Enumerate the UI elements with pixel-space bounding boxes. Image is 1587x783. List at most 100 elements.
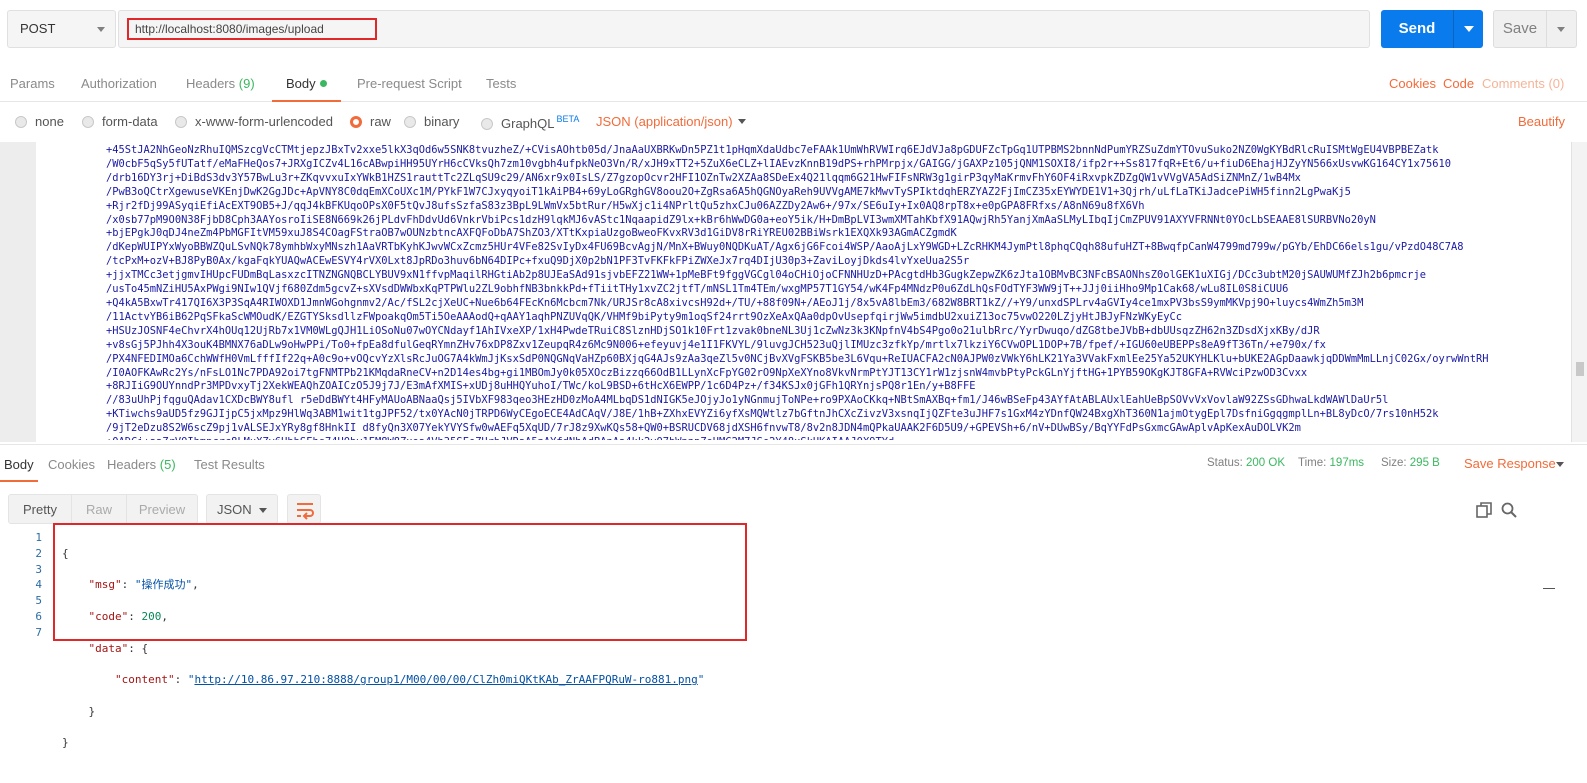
- copy-icon[interactable]: [1476, 502, 1492, 518]
- response-tab-headers-label: Headers: [107, 457, 157, 472]
- save-button[interactable]: Save: [1493, 10, 1547, 48]
- method-select[interactable]: POST: [7, 10, 116, 48]
- json-brace: }: [88, 704, 96, 718]
- raw-body-line: /9jT2eDzu8S2W6scZ9pj1vALSEJxYRy8gf8HnkII…: [106, 422, 1301, 435]
- raw-body-line: +HSUzJOSNF4eChvrX4hOUq12UjRb7x1VM0WLgQJH…: [106, 324, 1320, 337]
- raw-button[interactable]: Raw: [71, 494, 127, 524]
- raw-body-editor[interactable]: +45StJA2NhGeoNzRhuIQMSzcgVcCTMtjepzJBxTv…: [0, 142, 1587, 442]
- raw-body-line: /W0cbF5qSy5fUTatf/eMaFHeQos7+JRXgICZv4L1…: [106, 157, 1451, 170]
- tab-authorization[interactable]: Authorization: [81, 76, 157, 91]
- tab-headers[interactable]: Headers (9): [186, 76, 255, 91]
- scrollbar-thumb[interactable]: [1576, 362, 1584, 376]
- response-line-numbers: 1 2 3 4 5 6 7: [28, 530, 42, 641]
- chevron-down-icon: [97, 27, 105, 32]
- tab-params[interactable]: Params: [10, 76, 55, 91]
- raw-body-line: /tcPxM+ozV+BJ8PyB0Ax/kgaFqkYUAQwACEwESVY…: [106, 255, 970, 268]
- response-tab-headers[interactable]: Headers (5): [107, 457, 176, 472]
- beautify-link[interactable]: Beautify: [1518, 114, 1565, 129]
- line-number: 7: [35, 625, 42, 639]
- line-number: 6: [35, 609, 42, 623]
- raw-body-line: /dKepWUIPYxWyoBBWZQuLSvNQk78ymhbWxyMNszh…: [106, 241, 1464, 254]
- chevron-down-icon[interactable]: [738, 119, 746, 124]
- beta-badge: BETA: [556, 114, 580, 124]
- raw-body-line: /x0sb77pM9O0N38FjbD8Cph3AAYosroIiSE8N669…: [106, 213, 1376, 226]
- raw-body-line: /PX4NFEDIMOa6CchWWfH0VmLfffIf22q+A0c9o+v…: [106, 352, 1489, 365]
- raw-body-line: +Rjr2fDj99ASyqiEfiAcEXT9OB5+J/qqJ4kBFKUq…: [106, 199, 1145, 212]
- json-brace: {: [141, 641, 149, 655]
- radio-none-label: none: [35, 114, 64, 129]
- save-options-button[interactable]: [1547, 10, 1577, 48]
- pretty-button[interactable]: Pretty: [8, 494, 72, 524]
- radio-circle-icon: [82, 116, 94, 128]
- json-value-code: 200: [141, 609, 162, 623]
- radio-circle-icon: [481, 118, 493, 130]
- raw-body-line: +KTiwchs9aUD5fz9GJIjpC5jxMpz9HlWq3ABM1wi…: [106, 408, 1439, 421]
- radio-none[interactable]: none: [15, 114, 64, 129]
- search-icon[interactable]: [1501, 502, 1517, 518]
- code-link[interactable]: Code: [1443, 76, 1474, 91]
- json-key-content: "content": [114, 673, 175, 687]
- radio-binary-label: binary: [424, 114, 460, 129]
- time-value: 197ms: [1329, 457, 1365, 469]
- cookies-link[interactable]: Cookies: [1389, 76, 1436, 91]
- chevron-down-icon[interactable]: [1556, 462, 1564, 467]
- raw-body-line: /drb16DY3rj+DiBdS3dv3Y57BwLu3r+ZKqvvxuIx…: [106, 171, 1301, 184]
- url-text[interactable]: http://localhost:8080/images/upload: [127, 18, 377, 40]
- radio-form-data[interactable]: form-data: [82, 114, 158, 129]
- tab-pre-request-script[interactable]: Pre-request Script: [357, 76, 462, 91]
- size-value: 295 B: [1409, 457, 1440, 469]
- line-number: 5: [35, 594, 42, 608]
- radio-selected-icon: [350, 116, 362, 128]
- radio-binary[interactable]: binary: [404, 114, 459, 129]
- raw-body-line: /PwB3oQCtrXgewuseVKEnjDwK2GgJDc+ApVNY8C0…: [106, 185, 1351, 198]
- response-tab-body[interactable]: Body: [0, 457, 38, 482]
- json-brace: }: [62, 736, 69, 750]
- size-readout: Size: 295 B: [1381, 457, 1440, 469]
- json-key-code: "code": [88, 609, 129, 623]
- line-number: 4: [35, 578, 42, 592]
- editor-gutter: [0, 142, 36, 442]
- body-mode-options: none form-data x-www-form-urlencoded raw…: [0, 102, 1587, 140]
- chevron-down-icon: [259, 508, 267, 513]
- save-response-button[interactable]: Save Response: [1464, 456, 1556, 471]
- json-content-link[interactable]: http://10.86.97.210:8888/group1/M00/00/0…: [194, 673, 697, 686]
- radio-raw-label: raw: [370, 114, 391, 129]
- status-label: Status:: [1207, 457, 1243, 469]
- wrap-lines-icon: [297, 503, 314, 520]
- wrap-lines-button[interactable]: [287, 494, 321, 524]
- editor-scrollbar[interactable]: [1571, 142, 1587, 442]
- send-button[interactable]: Send: [1381, 10, 1453, 48]
- radio-urlencoded-label: x-www-form-urlencoded: [195, 114, 333, 129]
- tab-headers-count: (9): [238, 76, 255, 91]
- line-number: 1: [35, 531, 42, 544]
- time-label: Time:: [1298, 457, 1327, 469]
- radio-graphql[interactable]: GraphQL BETA: [481, 114, 579, 131]
- response-language-select[interactable]: JSON: [206, 494, 278, 524]
- raw-body-line: +8RJIiG9OUYnndPr3MPDvxyTj2XekWEAQhZOAICz…: [106, 380, 976, 393]
- tab-tests[interactable]: Tests: [486, 76, 516, 91]
- time-readout: Time: 197ms: [1298, 457, 1364, 469]
- request-bar: POST http://localhost:8080/images/upload…: [0, 0, 1587, 62]
- json-key-data: "data": [88, 641, 129, 655]
- response-json[interactable]: { "msg": "操作成功", "code": 200, "data": { …: [62, 530, 704, 783]
- raw-body-text[interactable]: +45StJA2NhGeoNzRhuIQMSzcgVcCTMtjepzJBxTv…: [106, 144, 1566, 440]
- radio-urlencoded[interactable]: x-www-form-urlencoded: [175, 114, 333, 129]
- comments-link[interactable]: Comments (0): [1482, 76, 1564, 91]
- preview-button[interactable]: Preview: [126, 494, 198, 524]
- response-tab-cookies[interactable]: Cookies: [48, 457, 95, 472]
- response-tab-headers-count: (5): [159, 457, 176, 472]
- radio-form-data-label: form-data: [102, 114, 158, 129]
- size-label: Size:: [1381, 457, 1407, 469]
- json-brace: {: [62, 546, 69, 560]
- radio-graphql-label: GraphQL: [501, 116, 555, 131]
- method-label: POST: [20, 21, 56, 36]
- tab-body[interactable]: Body: [272, 76, 341, 102]
- send-options-button[interactable]: [1453, 10, 1483, 48]
- radio-raw[interactable]: raw: [350, 114, 391, 129]
- raw-body-line: //83uUhPjfqguQAdav1CXDcBWY8ufl r5eDdBWYt…: [106, 394, 1389, 407]
- url-input[interactable]: http://localhost:8080/images/upload: [118, 10, 1370, 48]
- content-type-select[interactable]: JSON (application/json): [596, 114, 733, 129]
- line-number: 2: [35, 546, 42, 560]
- raw-body-line: +jjxTMCc3etjgmvIHUpcFUDmBqLasxzcITNZNGNQ…: [106, 269, 1426, 282]
- response-tab-test-results[interactable]: Test Results: [194, 457, 265, 472]
